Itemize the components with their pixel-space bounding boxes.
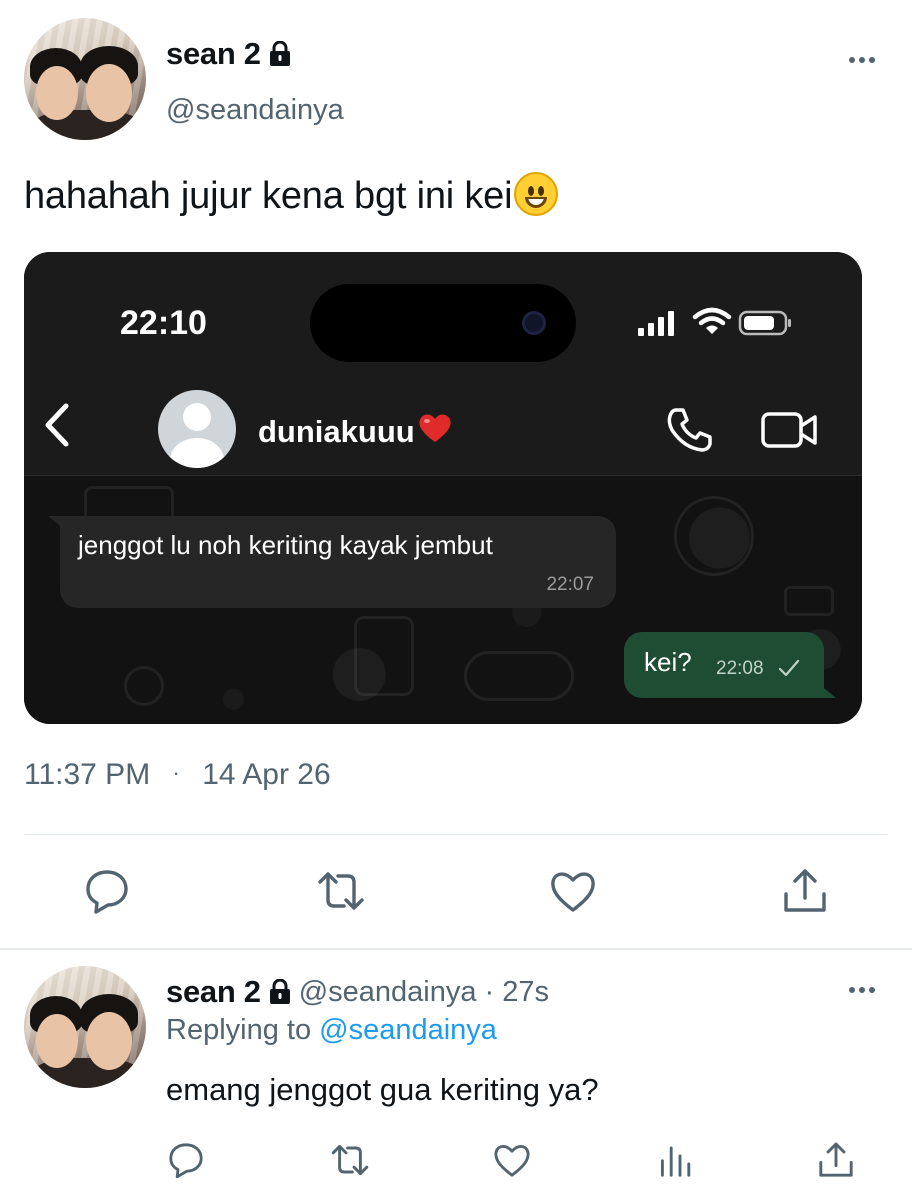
- reply-age[interactable]: · 27s: [485, 976, 549, 1009]
- divider: [24, 834, 888, 835]
- attached-image[interactable]: 22:10 duniakuuu jenggot lu noh keriting …: [24, 252, 862, 724]
- outgoing-message-bubble[interactable]: kei? 22:08: [624, 632, 824, 698]
- comment-bubble-icon[interactable]: [82, 866, 132, 916]
- battery-icon: [738, 310, 791, 336]
- share-upload-icon[interactable]: [816, 1140, 856, 1180]
- author-name-row: sean 2: [166, 36, 291, 72]
- dynamic-island: [310, 284, 576, 362]
- tweet-time: 11:37 PM: [24, 758, 151, 791]
- retweet-icon[interactable]: [330, 1140, 370, 1180]
- lock-icon: [269, 40, 291, 67]
- video-call-icon[interactable]: [760, 410, 820, 450]
- reply-handle[interactable]: @seandainya: [299, 976, 477, 1009]
- heart-icon[interactable]: [548, 866, 598, 916]
- red-heart-emoji-icon: [419, 414, 451, 442]
- heart-icon[interactable]: [492, 1140, 532, 1180]
- phone-status-bar: 22:10: [24, 252, 862, 362]
- author-handle[interactable]: @seandainya: [166, 94, 344, 127]
- contact-name-text: duniakuuu: [258, 414, 415, 449]
- message-time: 22:08: [716, 658, 764, 679]
- author-avatar[interactable]: [24, 18, 146, 140]
- analytics-bar-icon[interactable]: [656, 1140, 696, 1180]
- wifi-icon: [692, 307, 732, 334]
- comment-bubble-icon[interactable]: [166, 1140, 206, 1180]
- tweet-timestamp[interactable]: 11:37 PM · 14 Apr 26: [24, 758, 331, 792]
- author-display-name[interactable]: sean 2: [166, 36, 261, 72]
- section-divider: [0, 948, 912, 950]
- retweet-icon[interactable]: [316, 866, 366, 916]
- timestamp-separator: ·: [172, 760, 180, 785]
- reply-author-avatar[interactable]: [24, 966, 146, 1088]
- back-chevron-icon[interactable]: [42, 402, 72, 448]
- replying-to-link[interactable]: @seandainya: [319, 1014, 497, 1046]
- more-horizontal-icon[interactable]: [842, 50, 882, 70]
- contact-avatar[interactable]: [158, 390, 236, 468]
- smile-emoji-icon: [514, 172, 559, 216]
- message-time: 22:07: [546, 574, 594, 595]
- lock-icon: [269, 978, 291, 1005]
- sent-check-icon: [778, 659, 800, 677]
- reply-author-row: sean 2 @seandainya · 27s: [166, 974, 549, 1010]
- message-text: jenggot lu noh keriting kayak jembut: [78, 530, 493, 560]
- replying-to-label: Replying to: [166, 1014, 312, 1046]
- tweet-text: hahahah jujur kena bgt ini kei: [24, 172, 559, 218]
- tweet-body: hahahah jujur kena bgt ini kei: [24, 175, 513, 217]
- tweet-date: 14 Apr 26: [202, 758, 331, 791]
- replying-to-line: Replying to @seandainya: [166, 1014, 497, 1047]
- voice-call-icon[interactable]: [666, 406, 714, 454]
- contact-name[interactable]: duniakuuu: [258, 412, 453, 450]
- message-text: kei?: [644, 647, 692, 677]
- share-upload-icon[interactable]: [780, 866, 830, 916]
- more-horizontal-icon[interactable]: [842, 980, 882, 1000]
- chat-header: duniakuuu: [24, 362, 862, 476]
- signal-icon: [638, 310, 674, 336]
- incoming-message-bubble[interactable]: jenggot lu noh keriting kayak jembut 22:…: [60, 516, 616, 608]
- reply-display-name[interactable]: sean 2: [166, 974, 261, 1010]
- reply-text: emang jenggot gua keriting ya?: [166, 1072, 599, 1107]
- status-clock: 22:10: [120, 304, 207, 342]
